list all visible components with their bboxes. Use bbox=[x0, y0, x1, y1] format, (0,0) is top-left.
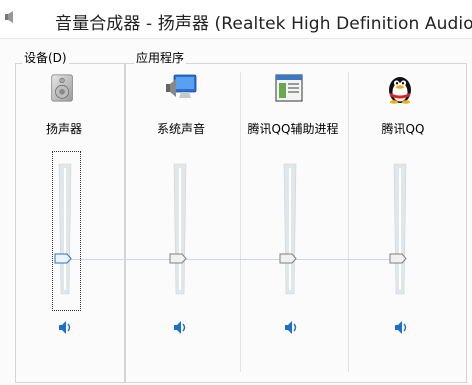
app-window-icon bbox=[275, 74, 303, 102]
app-name-label: 腾讯QQ辅助进程 bbox=[247, 122, 339, 136]
app-volume-thumb[interactable] bbox=[169, 253, 187, 264]
system-sounds-icon bbox=[166, 74, 197, 98]
column-separator bbox=[240, 72, 241, 372]
app-volume-slider[interactable] bbox=[392, 163, 408, 295]
volume-link-line bbox=[70, 259, 390, 260]
qq-penguin-icon bbox=[389, 77, 411, 104]
app-volume-thumb[interactable] bbox=[389, 253, 407, 264]
speaker-icon[interactable] bbox=[4, 10, 18, 24]
mute-speaker-icon[interactable] bbox=[58, 319, 74, 335]
device-volume-thumb[interactable] bbox=[54, 253, 72, 264]
app-name-label: 腾讯QQ bbox=[381, 122, 425, 136]
title-bar: 音量合成器 - 扬声器 (Realtek High Definition Aud… bbox=[0, 0, 472, 39]
app-volume-slider[interactable] bbox=[282, 163, 298, 295]
device-group-label: 设备(D) bbox=[22, 49, 69, 66]
speaker-icon bbox=[51, 74, 73, 102]
mute-speaker-icon[interactable] bbox=[173, 319, 189, 335]
app-volume-thumb[interactable] bbox=[279, 253, 297, 264]
mute-speaker-icon[interactable] bbox=[394, 319, 410, 335]
mixer-client-area: 设备(D) 应用程序 扬声器 系统声音 腾讯QQ辅助进程 腾讯QQ bbox=[0, 39, 472, 385]
apps-group-label: 应用程序 bbox=[134, 49, 187, 66]
device-volume-slider[interactable] bbox=[57, 163, 73, 295]
app-name-label: 系统声音 bbox=[156, 122, 206, 136]
mute-speaker-icon[interactable] bbox=[284, 319, 300, 335]
device-name-label: 扬声器 bbox=[45, 122, 83, 136]
column-separator bbox=[348, 72, 349, 372]
app-volume-slider[interactable] bbox=[172, 163, 188, 295]
window-title: 音量合成器 - 扬声器 (Realtek High Definition Aud… bbox=[55, 14, 472, 34]
